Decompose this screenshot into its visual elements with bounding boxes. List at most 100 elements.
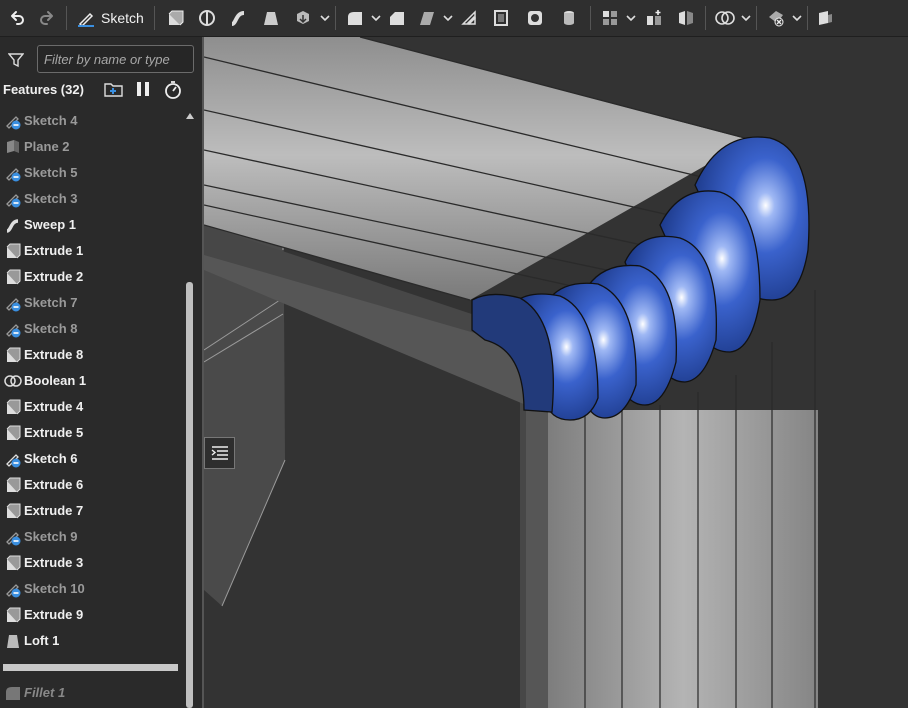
feature-item[interactable]: Extrude 7 (0, 498, 182, 524)
feature-item[interactable]: Extrude 2 (0, 264, 182, 290)
rollback-bar[interactable] (3, 664, 178, 671)
feature-label: Extrude 4 (24, 399, 84, 414)
draft-dropdown[interactable] (442, 3, 454, 33)
mirror-button[interactable] (671, 3, 701, 33)
add-folder-icon[interactable] (104, 80, 124, 98)
sweep-icon (6, 219, 19, 233)
feature-item[interactable]: Boolean 1 (0, 368, 182, 394)
feature-label: Sketch 8 (24, 321, 78, 336)
pause-icon[interactable] (135, 80, 151, 98)
toolbar-divider (153, 6, 155, 30)
feature-item[interactable]: Extrude 3 (0, 550, 182, 576)
boolean-button[interactable] (710, 3, 740, 33)
pattern-dropdown[interactable] (625, 3, 637, 33)
chevron-down-icon (371, 15, 381, 22)
chevron-down-icon (320, 15, 330, 22)
sketch-icon (78, 12, 94, 27)
feature-label: Sketch 9 (24, 529, 78, 544)
split-dropdown[interactable] (791, 3, 803, 33)
feature-item[interactable]: Sketch 9 (0, 524, 182, 550)
feature-list-scrollbar[interactable] (186, 112, 194, 708)
filter-icon[interactable] (8, 52, 24, 68)
sketch-hidden-icon (6, 532, 21, 546)
feature-item[interactable]: Sketch 3 (0, 186, 182, 212)
feature-item[interactable]: Sketch 8 (0, 316, 182, 342)
feature-label: Sketch 5 (24, 165, 78, 180)
feature-item[interactable]: Extrude 5 (0, 420, 182, 446)
redo-button[interactable] (32, 3, 62, 33)
feature-item[interactable]: Extrude 9 (0, 602, 182, 628)
sketch-button[interactable]: Sketch (71, 3, 150, 33)
sketch-hidden-icon (6, 168, 21, 182)
extrude-button[interactable] (159, 3, 191, 33)
fillet-button[interactable] (340, 3, 370, 33)
feature-item[interactable]: Extrude 4 (0, 394, 182, 420)
extrude-icon (168, 10, 184, 26)
feature-item[interactable]: Sketch 7 (0, 290, 182, 316)
feature-item[interactable]: Sketch 4 (0, 108, 182, 134)
chamfer-icon (389, 12, 404, 25)
more-features-dropdown[interactable] (319, 3, 331, 33)
hole-button[interactable] (518, 3, 552, 33)
hole-icon (527, 11, 542, 25)
split-button[interactable] (761, 3, 791, 33)
loft-button[interactable] (255, 3, 287, 33)
rib-button[interactable] (454, 3, 484, 33)
split-icon (768, 11, 784, 27)
transform-button[interactable] (812, 3, 838, 33)
boolean-icon (4, 375, 22, 387)
toolbar-divider (589, 6, 591, 30)
graphics-viewport[interactable] (204, 37, 908, 708)
feature-item[interactable]: Plane 2 (0, 134, 182, 160)
undo-button[interactable] (2, 3, 32, 33)
undo-icon (11, 11, 24, 25)
extrude-icon (6, 243, 21, 259)
stopwatch-icon[interactable] (164, 80, 182, 100)
feature-item[interactable]: Extrude 8 (0, 342, 182, 368)
sketch-hidden-icon (6, 324, 21, 338)
feature-item[interactable]: Extrude 6 (0, 472, 182, 498)
chamfer-button[interactable] (382, 3, 412, 33)
thicken-icon (296, 11, 309, 24)
fillet-dropdown[interactable] (370, 3, 382, 33)
feature-label: Extrude 8 (24, 347, 84, 362)
feature-item[interactable]: Sketch 5 (0, 160, 182, 186)
feature-item[interactable]: Sweep 1 (0, 212, 182, 238)
revolve-button[interactable] (191, 3, 223, 33)
feature-label: Extrude 3 (24, 555, 84, 570)
draft-icon (419, 12, 434, 25)
scroll-up-arrow-icon[interactable] (186, 112, 194, 120)
pattern-button[interactable] (595, 3, 625, 33)
feature-label: Extrude 6 (24, 477, 84, 492)
feature-label: Loft 1 (24, 633, 60, 648)
extrude-icon (6, 477, 21, 493)
feature-item[interactable]: Extrude 1 (0, 238, 182, 264)
chevron-down-icon (741, 15, 751, 22)
toolbar-divider (755, 6, 757, 30)
feature-item-rolled-back[interactable]: Fillet 1 (0, 680, 182, 706)
scroll-thumb[interactable] (186, 282, 193, 708)
sketch-hidden-icon (6, 194, 21, 208)
filter-input[interactable] (37, 45, 194, 73)
thicken-button[interactable] (287, 3, 319, 33)
draft-button[interactable] (412, 3, 442, 33)
feature-item[interactable]: Sketch 6 (0, 446, 182, 472)
shell-button[interactable] (484, 3, 518, 33)
toolbar-divider (704, 6, 706, 30)
feature-item[interactable]: Sketch 10 (0, 576, 182, 602)
extrude-icon (6, 347, 21, 363)
boolean-dropdown[interactable] (740, 3, 752, 33)
parts-list-toggle[interactable] (204, 437, 235, 469)
feature-label: Plane 2 (24, 139, 70, 154)
sketch-label: Sketch (101, 10, 144, 26)
derive-button[interactable] (637, 3, 671, 33)
feature-label: Sketch 6 (24, 451, 78, 466)
feature-label: Fillet 1 (24, 685, 66, 700)
sweep-button[interactable] (223, 3, 255, 33)
feature-label: Extrude 9 (24, 607, 84, 622)
revolve-icon (198, 10, 215, 26)
derive-icon (646, 10, 661, 25)
feature-item[interactable]: Loft 1 (0, 628, 182, 654)
cylinder-button[interactable] (552, 3, 586, 33)
feature-label: Sketch 10 (24, 581, 85, 596)
